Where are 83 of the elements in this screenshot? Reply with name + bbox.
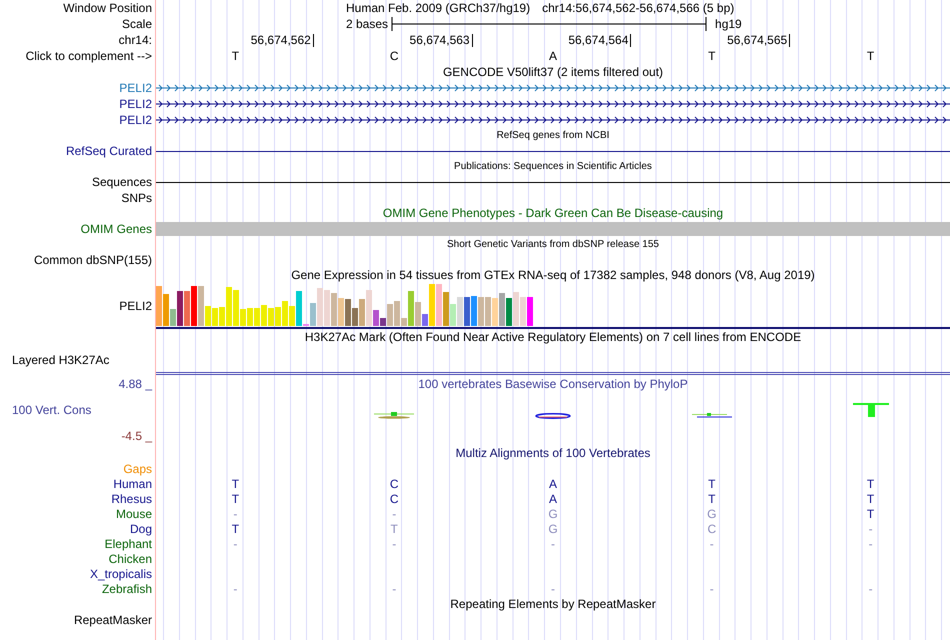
alignment-base: T	[232, 522, 240, 536]
alignment-base: T	[708, 492, 716, 506]
track-label[interactable]: SNPs	[121, 192, 152, 204]
track-title: Short Genetic Variants from dbSNP release 155	[446, 240, 660, 250]
alignment-base: C	[707, 522, 716, 536]
row-label: Window Position	[63, 2, 152, 14]
coordinate-label: 56,674,563	[410, 34, 473, 46]
track-label[interactable]: Common dbSNP(155)	[34, 254, 152, 266]
row-label: chr14:	[118, 34, 152, 46]
alignment-base: -	[392, 506, 396, 520]
alignment-base: -	[233, 506, 238, 520]
track-label[interactable]: PELI2	[119, 82, 152, 94]
coordinate-label: 56,674,564	[568, 34, 632, 46]
alignment-base: T	[866, 476, 874, 490]
track-label[interactable]: X_tropicalis	[90, 568, 152, 580]
track-title: Gene Expression in 54 tissues from GTEx RNA-seq of 17382 samples, 948 donors (V8, Aug 2019)	[290, 269, 816, 281]
track-title: Multiz Alignments of 100 Vertebrates	[454, 447, 652, 459]
base-letter[interactable]: T	[232, 49, 240, 63]
alignment-base: A	[548, 476, 557, 490]
track-label[interactable]: Sequences	[92, 176, 152, 188]
alignment-base: C	[390, 492, 399, 506]
conservation-score-drawing	[534, 413, 571, 419]
conservation-score-drawing	[852, 403, 889, 417]
coordinate-label: 56,674,562	[250, 34, 314, 46]
alignment-base: C	[390, 476, 399, 490]
alignment-base: -	[550, 536, 555, 550]
alignment-base: T	[390, 522, 398, 536]
track-label[interactable]: Elephant	[104, 538, 152, 550]
track-title: H3K27Ac Mark (Often Found Near Active Regulatory Elements) on 7 cell lines from ENCODE	[304, 331, 802, 343]
track-title: Repeating Elements by RepeatMasker	[449, 598, 657, 610]
alignment-base: T	[866, 492, 874, 506]
base-letter[interactable]: T	[866, 49, 874, 63]
base-letter[interactable]: C	[390, 49, 399, 63]
track-label[interactable]: RepeatMasker	[74, 614, 152, 626]
alignment-base: -	[550, 582, 555, 596]
track-label[interactable]: Mouse	[116, 508, 152, 520]
alignment-base: G	[707, 506, 716, 520]
track-title: 100 vertebrates Basewise Conservation by PhyloP	[417, 378, 689, 390]
alignment-base: T	[708, 476, 716, 490]
scale-text: 2 bases	[346, 18, 388, 30]
track-title: Publications: Sequences in Scientific Articles	[453, 162, 653, 172]
coordinate-label: 56,674,565	[727, 34, 790, 46]
axis-min-label: -4.5 _	[121, 430, 152, 442]
track-label[interactable]: Chicken	[108, 552, 152, 564]
base-letter[interactable]: A	[548, 49, 557, 63]
alignment-base: A	[548, 492, 557, 506]
track-label[interactable]: RefSeq Curated	[66, 145, 152, 157]
base-letter[interactable]: T	[708, 49, 716, 63]
alignment-base: G	[548, 506, 558, 520]
track-label[interactable]: Rhesus	[111, 492, 152, 504]
track-label[interactable]: 100 Vert. Cons	[0, 404, 92, 416]
track-label[interactable]: Zebrafish	[102, 582, 152, 594]
track-title: GENCODE V50lift37 (2 items filtered out)	[442, 66, 664, 78]
complement-link[interactable]: Click to complement -->	[26, 50, 152, 62]
track-label[interactable]: OMIM Genes	[80, 223, 152, 235]
alignment-base: -	[710, 536, 714, 550]
conservation-score-drawing	[692, 413, 732, 418]
track-title: RefSeq genes from NCBI	[496, 130, 610, 140]
track-title: OMIM Gene Phenotypes - Dark Green Can Be Disease-causing	[382, 207, 724, 219]
alignment-base: T	[232, 476, 240, 490]
track-label[interactable]: PELI2	[119, 98, 152, 110]
conservation-score-drawing	[374, 412, 414, 419]
position-text: chr14:56,674,562-56,674,566 (5 bp)	[542, 2, 734, 14]
track-label[interactable]: PELI2	[119, 300, 152, 312]
alignment-base: -	[868, 582, 873, 596]
alignment-base: -	[868, 536, 873, 550]
row-label: Scale	[122, 18, 152, 30]
alignment-base: -	[392, 536, 396, 550]
track-label[interactable]: Layered H3K27Ac	[12, 354, 110, 366]
alignment-base: -	[868, 522, 873, 536]
track-label[interactable]: Human	[113, 478, 152, 490]
track-label[interactable]: Dog	[130, 522, 152, 534]
axis-max-label: 4.88 _	[118, 378, 152, 390]
alignment-base: -	[233, 536, 238, 550]
alignment-base: T	[232, 492, 240, 506]
assembly-text: Human Feb. 2009 (GRCh37/hg19)	[346, 2, 530, 14]
assembly-label: hg19	[715, 18, 742, 30]
alignment-base: -	[233, 582, 238, 596]
track-label[interactable]: PELI2	[119, 114, 152, 126]
alignment-base: -	[392, 582, 396, 596]
alignment-base: -	[710, 582, 714, 596]
alignment-base: T	[866, 506, 874, 520]
alignment-base: G	[548, 522, 558, 536]
